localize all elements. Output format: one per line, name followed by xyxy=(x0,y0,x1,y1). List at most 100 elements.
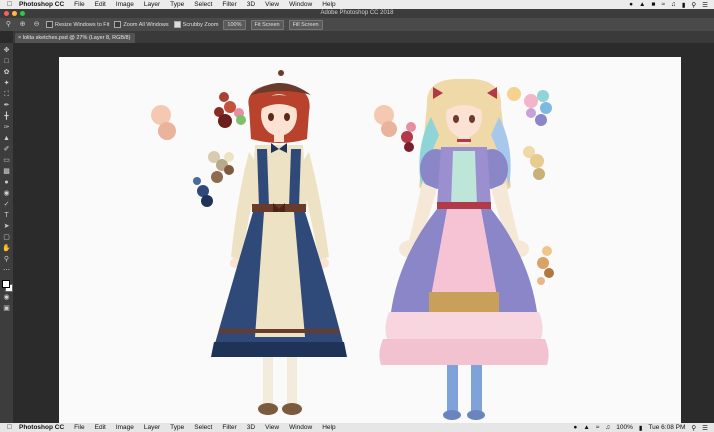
status-icon[interactable]: ● xyxy=(629,1,633,8)
menu-help[interactable]: Help xyxy=(317,1,340,8)
tab-close-icon[interactable]: × xyxy=(18,35,21,41)
status-icon[interactable]: ● xyxy=(573,424,577,431)
checkbox-box xyxy=(46,21,53,28)
brush-tool-icon[interactable]: ✑ xyxy=(2,123,11,132)
zoom-in-icon[interactable]: ⊕ xyxy=(18,20,27,29)
wifi-icon[interactable]: ≈ xyxy=(596,424,600,431)
menu-file[interactable]: File xyxy=(69,424,89,431)
menu-view[interactable]: View xyxy=(260,424,284,431)
menu-filter[interactable]: Filter xyxy=(217,424,241,431)
history-brush-icon[interactable]: ✐ xyxy=(2,145,11,154)
menu-type[interactable]: Type xyxy=(165,1,189,8)
healing-brush-icon[interactable]: ╋ xyxy=(2,112,11,121)
marquee-tool-icon[interactable]: □ xyxy=(2,57,11,66)
document-tab[interactable]: × lolita sketches.psd @ 27% (Layer 8, RG… xyxy=(15,33,136,43)
apple-icon[interactable]:  xyxy=(5,1,14,8)
status-icon[interactable]: ▲ xyxy=(639,1,645,8)
stamp-tool-icon[interactable]: ▲ xyxy=(2,134,11,143)
hand-tool-icon[interactable]: ✋ xyxy=(2,244,11,253)
more-tools-icon[interactable]: ⋯ xyxy=(2,266,11,275)
right-character-illustration xyxy=(379,78,549,420)
list-icon[interactable]: ☰ xyxy=(702,424,708,432)
fit-screen-button[interactable]: Fit Screen xyxy=(250,19,284,30)
clock[interactable]: Tue 6:08 PM xyxy=(648,424,685,431)
menu-image[interactable]: Image xyxy=(111,1,139,8)
palette-swatch xyxy=(537,90,549,102)
menu-edit[interactable]: Edit xyxy=(90,1,111,8)
eyedropper-icon[interactable]: ✒ xyxy=(2,101,11,110)
palette-swatch xyxy=(533,168,545,180)
palette-swatch xyxy=(236,115,246,125)
palette-swatch xyxy=(406,122,416,132)
foreground-color[interactable] xyxy=(1,280,10,288)
palette-swatch xyxy=(524,94,538,108)
color-swatches[interactable] xyxy=(1,280,13,292)
menu-window[interactable]: Window xyxy=(284,1,317,8)
menu-filter[interactable]: Filter xyxy=(217,1,241,8)
menu-image[interactable]: Image xyxy=(111,424,139,431)
battery-icon[interactable]: ▮ xyxy=(639,424,643,432)
status-icon[interactable]: ▲ xyxy=(583,424,589,431)
checkbox-box xyxy=(114,21,122,28)
menu-edit[interactable]: Edit xyxy=(90,424,111,431)
quick-mask-icon[interactable]: ◉ xyxy=(2,293,11,302)
zoom-tool-icon[interactable]: ⚲ xyxy=(4,20,13,29)
menu-select[interactable]: Select xyxy=(189,424,217,431)
window-title: Adobe Photoshop CC 2018 xyxy=(320,10,394,16)
menu-3d[interactable]: 3D xyxy=(242,1,260,8)
zoom-out-icon[interactable]: ⊖ xyxy=(32,20,41,29)
wifi-icon[interactable]: ≈ xyxy=(661,1,665,8)
options-bar: ⚲ ⊕ ⊖ Resize Windows to Fit Zoom All Win… xyxy=(0,18,714,31)
gradient-tool-icon[interactable]: ▩ xyxy=(2,167,11,176)
palette-swatch xyxy=(224,152,234,162)
menu-app[interactable]: Photoshop CC xyxy=(14,424,69,431)
palette-swatch xyxy=(542,246,552,256)
lasso-tool-icon[interactable]: ✿ xyxy=(2,68,11,77)
maximize-icon[interactable] xyxy=(20,11,25,16)
scrubby-zoom-checkbox[interactable]: Scrubby Zoom xyxy=(173,21,218,28)
palette-swatch xyxy=(530,154,544,168)
dodge-tool-icon[interactable]: ◉ xyxy=(2,189,11,198)
zoom-all-checkbox[interactable]: Zoom All Windows xyxy=(114,21,169,28)
magic-wand-icon[interactable]: ✦ xyxy=(2,79,11,88)
volume-icon[interactable]: ♫ xyxy=(671,1,676,8)
menu-layer[interactable]: Layer xyxy=(139,424,165,431)
battery-percent[interactable]: 100% xyxy=(616,424,633,431)
menu-view[interactable]: View xyxy=(260,1,284,8)
list-icon[interactable]: ☰ xyxy=(702,1,708,9)
zoom-tool-icon[interactable]: ⚲ xyxy=(2,255,11,264)
eraser-tool-icon[interactable]: ▭ xyxy=(2,156,11,165)
menu-select[interactable]: Select xyxy=(189,1,217,8)
battery-icon[interactable]: ▮ xyxy=(682,1,686,9)
pen-tool-icon[interactable]: ✓ xyxy=(2,200,11,209)
resize-windows-label: Resize Windows to Fit xyxy=(55,21,110,28)
volume-icon[interactable]: ♫ xyxy=(605,424,610,431)
fill-screen-button[interactable]: Fill Screen xyxy=(288,19,323,30)
close-icon[interactable] xyxy=(4,11,9,16)
minimize-icon[interactable] xyxy=(12,11,17,16)
search-icon[interactable]: ⚲ xyxy=(691,424,696,432)
menu-type[interactable]: Type xyxy=(165,424,189,431)
crop-tool-icon[interactable]: ⛶ xyxy=(2,90,11,99)
menu-app[interactable]: Photoshop CC xyxy=(14,1,69,8)
search-icon[interactable]: ⚲ xyxy=(691,1,696,9)
screen-mode-icon[interactable]: ▣ xyxy=(2,304,11,313)
palette-swatch xyxy=(507,87,521,101)
zoom-100-button[interactable]: 100% xyxy=(223,19,246,30)
menu-layer[interactable]: Layer xyxy=(139,1,165,8)
menu-3d[interactable]: 3D xyxy=(242,424,260,431)
palette-swatch xyxy=(224,165,234,175)
apple-icon[interactable]:  xyxy=(5,424,14,431)
move-tool-icon[interactable]: ✥ xyxy=(2,46,11,55)
shape-tool-icon[interactable]: ▢ xyxy=(2,233,11,242)
menu-window[interactable]: Window xyxy=(284,424,317,431)
path-select-icon[interactable]: ➤ xyxy=(2,222,11,231)
status-icon[interactable]: ■ xyxy=(651,1,655,8)
blur-tool-icon[interactable]: ● xyxy=(2,178,11,187)
resize-windows-checkbox[interactable]: Resize Windows to Fit xyxy=(46,21,109,28)
document-canvas[interactable] xyxy=(59,57,681,423)
menu-help[interactable]: Help xyxy=(317,424,340,431)
palette-swatch xyxy=(540,102,552,114)
menu-file[interactable]: File xyxy=(69,1,89,8)
type-tool-icon[interactable]: T xyxy=(2,211,11,220)
